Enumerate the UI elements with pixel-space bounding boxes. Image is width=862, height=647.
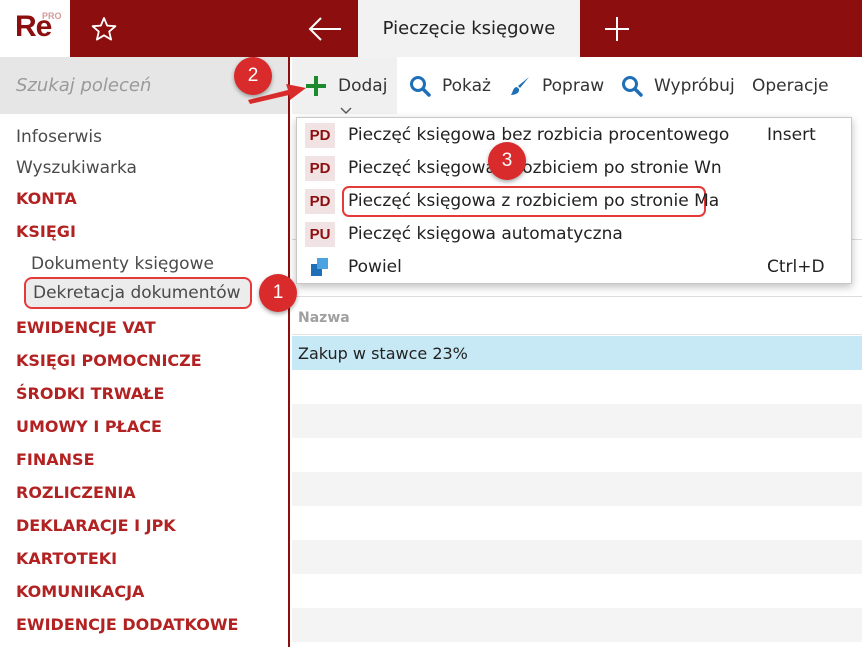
tab-pieczecie-ksiegowe[interactable]: Pieczęcie księgowe bbox=[358, 0, 580, 57]
table-row-empty bbox=[292, 574, 862, 608]
table-row[interactable]: Zakup w stawce 23% bbox=[292, 336, 862, 370]
pu-badge: PU bbox=[305, 222, 335, 247]
show-button-label: Pokaż bbox=[442, 75, 491, 96]
sidebar-item-infoserwis[interactable]: Infoserwis bbox=[16, 123, 102, 151]
column-header-nazwa[interactable]: Nazwa bbox=[292, 301, 862, 335]
pd-badge: PD bbox=[305, 123, 335, 148]
menu-item-powiel[interactable]: Powiel Ctrl+D bbox=[297, 251, 851, 284]
tab-title: Pieczęcie księgowe bbox=[382, 18, 556, 39]
sidebar-item-finanse[interactable]: FINANSE bbox=[16, 446, 95, 474]
menu-item-label: Pieczęć księgowa bez rozbicia procentowe… bbox=[348, 125, 730, 145]
search-icon bbox=[408, 74, 432, 98]
menu-item-shortcut: Insert bbox=[767, 125, 816, 145]
sidebar-item-kartoteki[interactable]: KARTOTEKI bbox=[16, 545, 117, 573]
sidebar-item-rozliczenia[interactable]: ROZLICZENIA bbox=[16, 479, 136, 507]
app-logo[interactable]: Re PRO bbox=[0, 0, 70, 57]
sidebar-item-komunikacja[interactable]: KOMUNIKACJA bbox=[16, 578, 144, 606]
edit-button-label: Popraw bbox=[542, 75, 605, 96]
try-button[interactable]: Wypróbuj bbox=[620, 57, 735, 114]
copy-icon bbox=[309, 256, 331, 278]
divider bbox=[292, 296, 862, 297]
table-row-empty bbox=[292, 370, 862, 404]
pd-badge: PD bbox=[305, 189, 335, 214]
try-button-label: Wypróbuj bbox=[654, 75, 735, 96]
menu-item-automatyczna[interactable]: PU Pieczęć księgowa automatyczna bbox=[297, 218, 851, 251]
star-icon[interactable] bbox=[90, 15, 118, 43]
sidebar-item-konta[interactable]: KONTA bbox=[16, 185, 77, 213]
column-header-label: Nazwa bbox=[298, 310, 350, 326]
toolbar: Dodaj Pokaż Popraw Wypróbuj Operacje bbox=[292, 57, 862, 114]
step-marker-3: 3 bbox=[488, 142, 526, 180]
sidebar-item-deklaracje-i-jpk[interactable]: DEKLARACJE I JPK bbox=[16, 512, 176, 540]
menu-item-label: Powiel bbox=[348, 257, 402, 277]
menu-item-rozbicie-ma[interactable]: PD Pieczęć księgowa z rozbiciem po stron… bbox=[297, 185, 851, 218]
edit-button[interactable]: Popraw bbox=[508, 57, 604, 114]
table-row-empty bbox=[292, 472, 862, 506]
logo-badge: PRO bbox=[42, 11, 62, 21]
sidebar-item-ksiegi[interactable]: KSIĘGI bbox=[16, 218, 76, 246]
sidebar-item-ewidencje-vat[interactable]: EWIDENCJE VAT bbox=[16, 314, 156, 342]
menu-item-bez-rozbicia[interactable]: PD Pieczęć księgowa bez rozbicia procent… bbox=[297, 119, 851, 152]
sidebar-item-ksiegi-pomocnicze[interactable]: KSIĘGI POMOCNICZE bbox=[16, 347, 202, 375]
back-arrow-icon[interactable] bbox=[307, 15, 343, 43]
table-row-empty bbox=[292, 404, 862, 438]
sidebar-item-dokumenty-ksiegowe[interactable]: Dokumenty księgowe bbox=[31, 250, 214, 278]
chevron-down-icon bbox=[340, 100, 352, 114]
menu-item-label: Pieczęć księgowa z rozbiciem po stronie … bbox=[348, 158, 722, 178]
table-row-empty bbox=[292, 506, 862, 540]
table-row-empty bbox=[292, 438, 862, 472]
menu-item-rozbicie-wn[interactable]: PD Pieczęć księgowa z rozbiciem po stron… bbox=[297, 152, 851, 185]
sidebar: Infoserwis Wyszukiwarka KONTA KSIĘGI Dok… bbox=[0, 57, 290, 647]
show-button[interactable]: Pokaż bbox=[408, 57, 491, 114]
add-button-label: Dodaj bbox=[338, 75, 388, 96]
menu-item-shortcut: Ctrl+D bbox=[767, 257, 825, 277]
sidebar-item-ewidencje-dodatkowe[interactable]: EWIDENCJE DODATKOWE bbox=[16, 611, 238, 639]
sidebar-item-wyszukiwarka[interactable]: Wyszukiwarka bbox=[16, 154, 137, 182]
sidebar-item-dekretacja-dokumentow[interactable]: Dekretacja dokumentów bbox=[24, 277, 252, 309]
operations-button[interactable]: Operacje bbox=[752, 57, 829, 114]
brush-icon bbox=[508, 74, 532, 98]
operations-button-label: Operacje bbox=[752, 75, 829, 96]
plus-icon[interactable] bbox=[603, 15, 631, 43]
sidebar-item-umowy-i-place[interactable]: UMOWY I PŁACE bbox=[16, 413, 162, 441]
sidebar-item-srodki-trwale[interactable]: ŚRODKI TRWAŁE bbox=[16, 380, 164, 408]
search-icon bbox=[620, 74, 644, 98]
pd-badge: PD bbox=[305, 156, 335, 181]
table-row-empty bbox=[292, 608, 862, 642]
table-row-empty bbox=[292, 540, 862, 574]
menu-item-label: Pieczęć księgowa automatyczna bbox=[348, 224, 623, 244]
menu-item-label: Pieczęć księgowa z rozbiciem po stronie … bbox=[348, 191, 720, 211]
title-bar: Re PRO Pieczęcie księgowe bbox=[0, 0, 862, 57]
table-cell: Zakup w stawce 23% bbox=[298, 344, 468, 363]
step-marker-1: 1 bbox=[259, 274, 297, 312]
step-marker-2: 2 bbox=[234, 57, 272, 95]
add-dropdown-menu: PD Pieczęć księgowa bez rozbicia procent… bbox=[296, 117, 852, 284]
